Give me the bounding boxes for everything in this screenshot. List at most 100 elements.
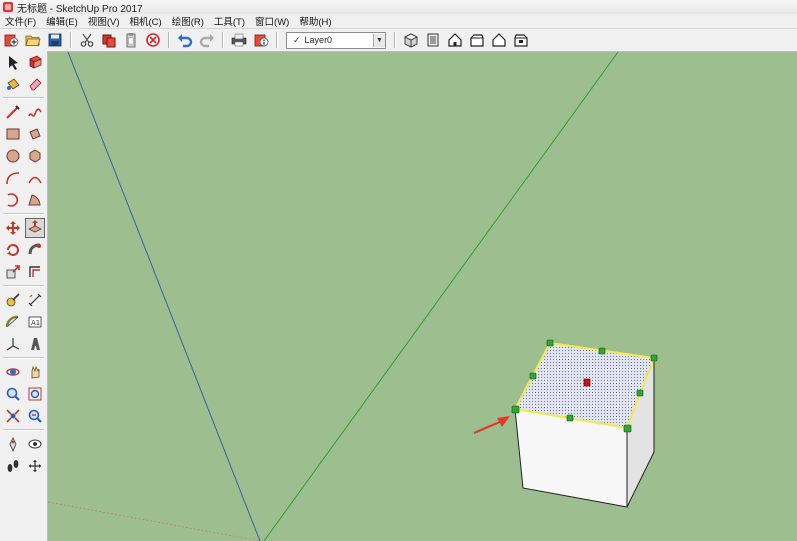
left-view-icon[interactable] <box>512 31 530 49</box>
menu-help[interactable]: 帮助(H) <box>294 14 336 28</box>
tool-row <box>0 455 47 477</box>
zoom-window-icon[interactable] <box>25 384 45 404</box>
section-plane-icon[interactable] <box>25 456 45 476</box>
front-view-icon[interactable] <box>446 31 464 49</box>
scene-background <box>48 52 797 541</box>
line-icon[interactable] <box>3 102 23 122</box>
move-icon[interactable] <box>3 218 23 238</box>
pie-icon[interactable] <box>25 190 45 210</box>
tape-measure-icon[interactable] <box>3 290 23 310</box>
protractor-icon[interactable] <box>3 312 23 332</box>
toolbar-separator <box>222 32 224 48</box>
tool-group-separator <box>3 285 44 287</box>
grip-point[interactable] <box>546 339 554 347</box>
toolbar-separator <box>70 32 72 48</box>
grip-point[interactable] <box>566 414 574 422</box>
paste-icon[interactable] <box>122 31 140 49</box>
circle-icon[interactable] <box>3 146 23 166</box>
scale-icon[interactable] <box>3 262 23 282</box>
model-info-icon[interactable] <box>252 31 270 49</box>
tool-group-separator <box>3 357 44 359</box>
scene-canvas[interactable] <box>48 52 797 541</box>
copy-icon[interactable] <box>100 31 118 49</box>
redo-icon[interactable] <box>198 31 216 49</box>
look-around-icon[interactable] <box>25 434 45 454</box>
orbit-icon[interactable] <box>3 362 23 382</box>
new-file-icon[interactable] <box>2 31 20 49</box>
tool-row <box>0 239 47 261</box>
arc-2point-icon[interactable] <box>25 168 45 188</box>
rotated-rectangle-icon[interactable] <box>25 124 45 144</box>
position-camera-icon[interactable] <box>3 434 23 454</box>
3d-text-icon[interactable] <box>25 334 45 354</box>
erase-icon[interactable] <box>144 31 162 49</box>
paint-bucket-icon[interactable] <box>3 74 23 94</box>
rotate-icon[interactable] <box>3 240 23 260</box>
arc-3point-icon[interactable] <box>3 190 23 210</box>
center-grip-point[interactable] <box>583 378 591 387</box>
tool-row <box>0 405 47 427</box>
zoom-icon[interactable] <box>3 384 23 404</box>
right-view-icon[interactable] <box>468 31 486 49</box>
standard-toolbar: ✓ Layer0 ▼ <box>0 29 797 52</box>
drawing-viewport[interactable] <box>48 52 797 541</box>
axes-icon[interactable] <box>3 334 23 354</box>
polygon-icon[interactable] <box>25 146 45 166</box>
iso-view-icon[interactable] <box>402 31 420 49</box>
grip-point[interactable] <box>511 405 520 414</box>
select-icon[interactable] <box>3 52 23 72</box>
undo-icon[interactable] <box>176 31 194 49</box>
svg-text:A1: A1 <box>31 319 40 327</box>
menu-camera[interactable]: 相机(C) <box>124 14 166 28</box>
tool-row <box>0 217 47 239</box>
make-component-icon[interactable] <box>25 52 45 72</box>
grip-point[interactable] <box>650 354 658 362</box>
grip-point[interactable] <box>529 372 537 380</box>
menu-tools[interactable]: 工具(T) <box>209 14 250 28</box>
freehand-icon[interactable] <box>25 102 45 122</box>
pan-icon[interactable] <box>25 362 45 382</box>
rectangle-icon[interactable] <box>3 124 23 144</box>
grip-point[interactable] <box>598 347 606 355</box>
cut-icon[interactable] <box>78 31 96 49</box>
zoom-extents-icon[interactable] <box>3 406 23 426</box>
menu-window[interactable]: 窗口(W) <box>250 14 294 28</box>
dropdown-arrow-icon[interactable]: ▼ <box>373 33 385 47</box>
walk-icon[interactable] <box>3 456 23 476</box>
menu-draw[interactable]: 绘图(R) <box>167 14 209 28</box>
menu-bar: 文件(F) 编辑(E) 视图(V) 相机(C) 绘图(R) 工具(T) 窗口(W) 帮助(H) <box>0 14 797 29</box>
follow-me-icon[interactable] <box>25 240 45 260</box>
previous-view-icon[interactable] <box>25 406 45 426</box>
tool-row <box>0 333 47 355</box>
toolbar-separator <box>168 32 170 48</box>
menu-file[interactable]: 文件(F) <box>0 14 41 28</box>
toolbar-separator <box>276 32 278 48</box>
back-view-icon[interactable] <box>490 31 508 49</box>
offset-icon[interactable] <box>25 262 45 282</box>
tool-group-separator <box>3 213 44 215</box>
menu-edit[interactable]: 编辑(E) <box>41 14 83 28</box>
tool-row <box>0 145 47 167</box>
arc-icon[interactable] <box>3 168 23 188</box>
title-bar: 无标题 - SketchUp Pro 2017 <box>0 0 797 15</box>
save-icon[interactable] <box>46 31 64 49</box>
push-pull-icon[interactable] <box>25 218 45 238</box>
dimension-icon[interactable] <box>25 290 45 310</box>
large-tool-set: A1 <box>0 51 48 541</box>
top-view-icon[interactable] <box>424 31 442 49</box>
grip-point[interactable] <box>636 389 644 397</box>
text-icon[interactable]: A1 <box>25 312 45 332</box>
eraser-icon[interactable] <box>25 74 45 94</box>
menu-view[interactable]: 视图(V) <box>83 14 125 28</box>
tool-row <box>0 383 47 405</box>
tool-group-separator <box>3 97 44 99</box>
tool-row <box>0 167 47 189</box>
print-icon[interactable] <box>230 31 248 49</box>
grip-point[interactable] <box>623 424 632 433</box>
layer-check-icon: ✓ <box>293 34 301 45</box>
layer-dropdown[interactable]: ✓ Layer0 ▼ <box>286 31 386 49</box>
tool-row <box>0 433 47 455</box>
open-folder-icon[interactable] <box>24 31 42 49</box>
toolbar-separator <box>394 32 396 48</box>
tool-row <box>0 189 47 211</box>
